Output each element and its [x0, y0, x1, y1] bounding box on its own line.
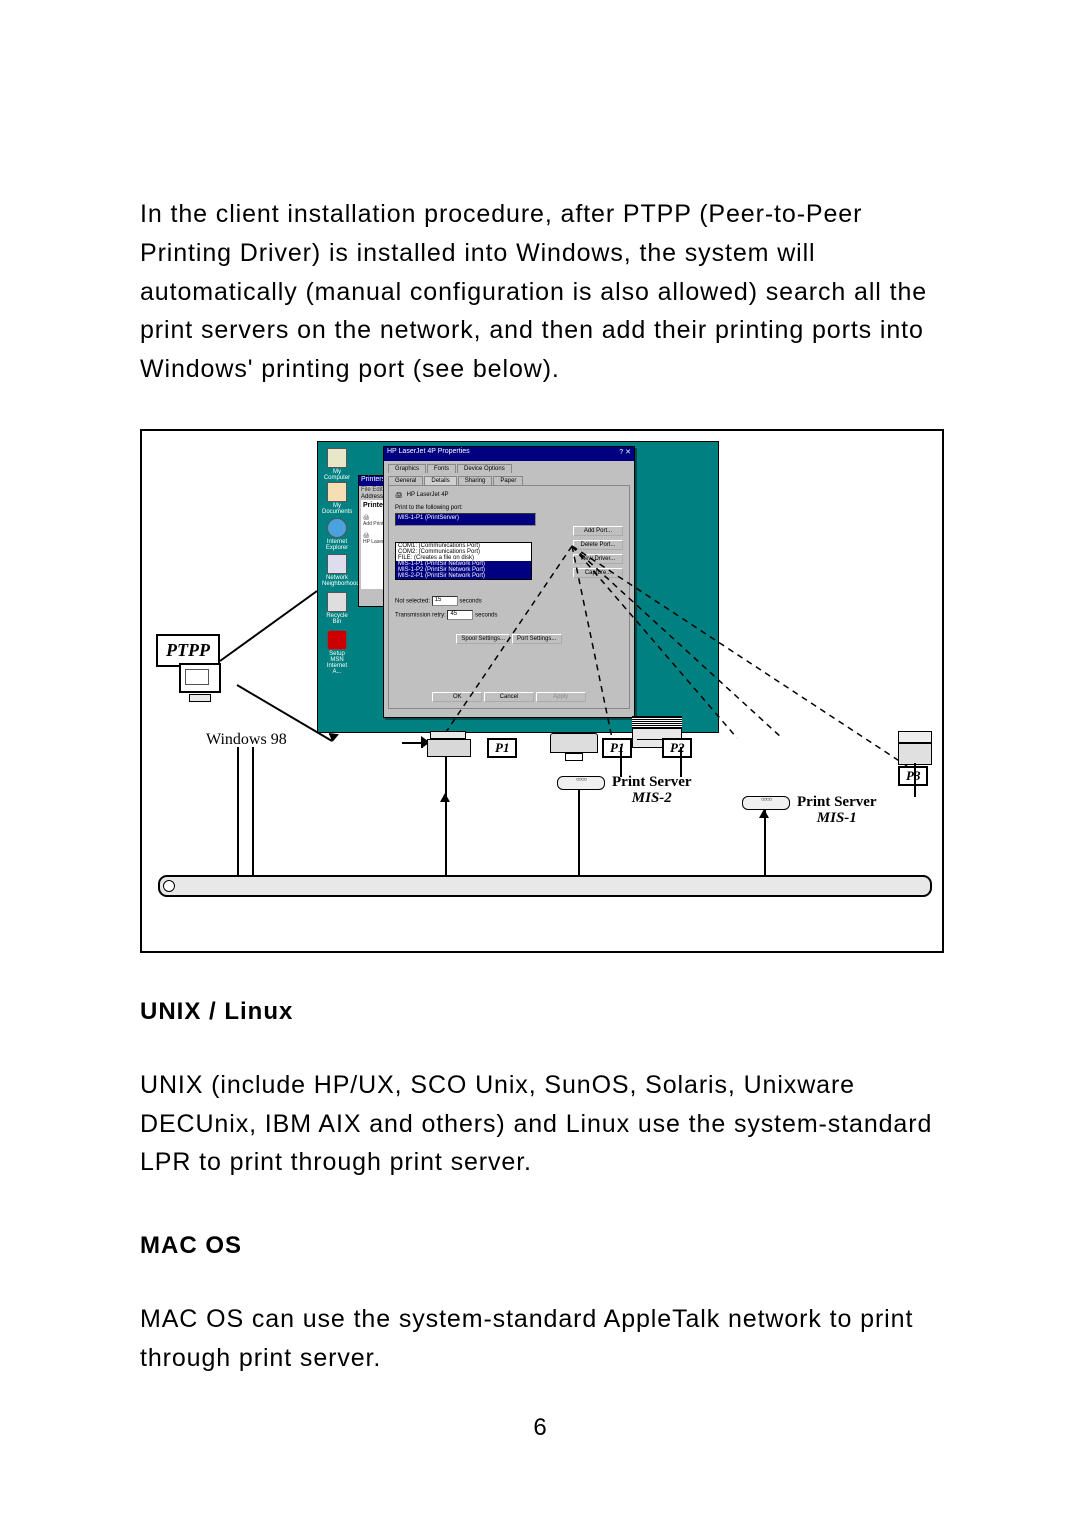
mac-paragraph: MAC OS can use the system-standard Apple… [140, 1300, 940, 1378]
port-label-p1-b: P1 [602, 738, 632, 758]
bus-drop-line [252, 747, 254, 875]
printer-drop-line [680, 747, 682, 777]
settings-button-row: Spool Settings... Port Settings... [395, 634, 623, 644]
ok-button: OK [432, 692, 482, 702]
not-selected-label: Not selected: [395, 598, 430, 604]
tab-paper: Paper [493, 476, 523, 485]
heading-unix-linux: UNIX / Linux [140, 998, 940, 1026]
diagram-figure: My Computer My Documents Internet Explor… [140, 429, 944, 953]
printer-name-row: 🖨 HP LaserJet 4P [395, 492, 623, 499]
port-settings-button: Port Settings... [512, 634, 562, 644]
printer-mis2-p1-icon [427, 731, 469, 757]
heading-mac-os: MAC OS [140, 1232, 940, 1260]
port-dropdown-list: COM1: (Communications Port) COM2: (Commu… [395, 542, 532, 580]
printer-drop-line [620, 747, 622, 777]
port-label-p1-a: P1 [487, 738, 517, 758]
print-server-2-box-icon [557, 776, 605, 790]
printer-drop-line [914, 763, 916, 797]
bus-drop-line [237, 747, 239, 875]
properties-content: 🖨 HP LaserJet 4P Print to the following … [388, 485, 630, 709]
timeout-row-1: Not selected: 15 seconds [395, 596, 623, 606]
print-server-1-label: Print Server MIS-1 [797, 794, 877, 827]
network-bus [158, 875, 932, 897]
bus-drop-line [445, 757, 447, 875]
tabs-row-2: General Details Sharing Paper [384, 476, 634, 485]
bus-drop-line [764, 809, 766, 875]
desktop-icon-recycle: Recycle Bin [322, 592, 352, 625]
arrow-up-icon [440, 793, 450, 802]
spool-settings-button: Spool Settings... [456, 634, 510, 644]
trans-retry-label: Transmission retry: [395, 612, 446, 618]
unix-paragraph: UNIX (include HP/UX, SCO Unix, SunOS, So… [140, 1066, 940, 1182]
tab-device-options: Device Options [457, 464, 512, 473]
intro-paragraph: In the client installation procedure, af… [140, 195, 940, 389]
tab-details: Details [424, 476, 456, 485]
timeout-row-2: Transmission retry: 45 seconds [395, 610, 623, 620]
not-selected-value: 15 [432, 596, 458, 606]
print-server-2-label: Print Server MIS-2 [612, 774, 692, 807]
capture-button: Capture... [573, 568, 623, 578]
printer-mis1-p3-icon [898, 731, 932, 765]
add-port-button: Add Port... [573, 526, 623, 536]
desktop-icon-my-documents: My Documents [322, 482, 352, 515]
desktop-icon-ie: Internet Explorer [322, 518, 352, 551]
tabs-row-1: Graphics Fonts Device Options [384, 464, 634, 473]
seconds-unit: seconds [459, 598, 481, 604]
printer-mis1-p1-icon [550, 733, 596, 761]
port-field-label: Print to the following port: [395, 505, 623, 511]
window-controls-icon: ? ✕ [619, 448, 631, 460]
ok-cancel-row: OK Cancel Apply [389, 692, 629, 702]
seconds-unit: seconds [475, 612, 497, 618]
arrow-up-icon [759, 809, 769, 818]
page: In the client installation procedure, af… [0, 0, 1080, 1527]
delete-port-button: Delete Port... [573, 540, 623, 550]
bus-drop-line [578, 789, 580, 875]
printer-name-text: HP LaserJet 4P [407, 492, 449, 498]
properties-titlebar: HP LaserJet 4P Properties ? ✕ [384, 447, 634, 461]
desktop-icon-msn: Setup MSN Internet A... [322, 630, 352, 675]
windows-desktop-screenshot: My Computer My Documents Internet Explor… [317, 441, 719, 733]
port-button-column: Add Port... Delete Port... New Driver...… [573, 526, 623, 578]
printer-icon: 🖨 [395, 492, 403, 499]
page-number: 6 [0, 1414, 1080, 1442]
apply-button: Apply [536, 692, 586, 702]
print-server-1-box-icon [742, 796, 790, 810]
printer-properties-window: HP LaserJet 4P Properties ? ✕ Graphics F… [383, 446, 635, 718]
cancel-button: Cancel [484, 692, 534, 702]
new-driver-button: New Driver... [573, 554, 623, 564]
windows-98-label: Windows 98 [206, 731, 287, 749]
desktop-icon-my-computer: My Computer [322, 448, 352, 481]
client-computer-icon [179, 663, 221, 697]
properties-title-text: HP LaserJet 4P Properties [387, 448, 470, 460]
tab-general: General [388, 476, 423, 485]
tab-graphics: Graphics [388, 464, 426, 473]
trans-retry-value: 45 [447, 610, 473, 620]
tab-sharing: Sharing [458, 476, 493, 485]
port-option-selected: MIS-2-P1 (PrintSir Network Port) [396, 573, 531, 579]
port-combobox: MIS-1-P1 (PrintServer) [395, 513, 536, 526]
port-label-p2: P2 [662, 738, 692, 758]
desktop-icon-network: Network Neighborhood [322, 554, 352, 587]
tab-fonts: Fonts [427, 464, 456, 473]
